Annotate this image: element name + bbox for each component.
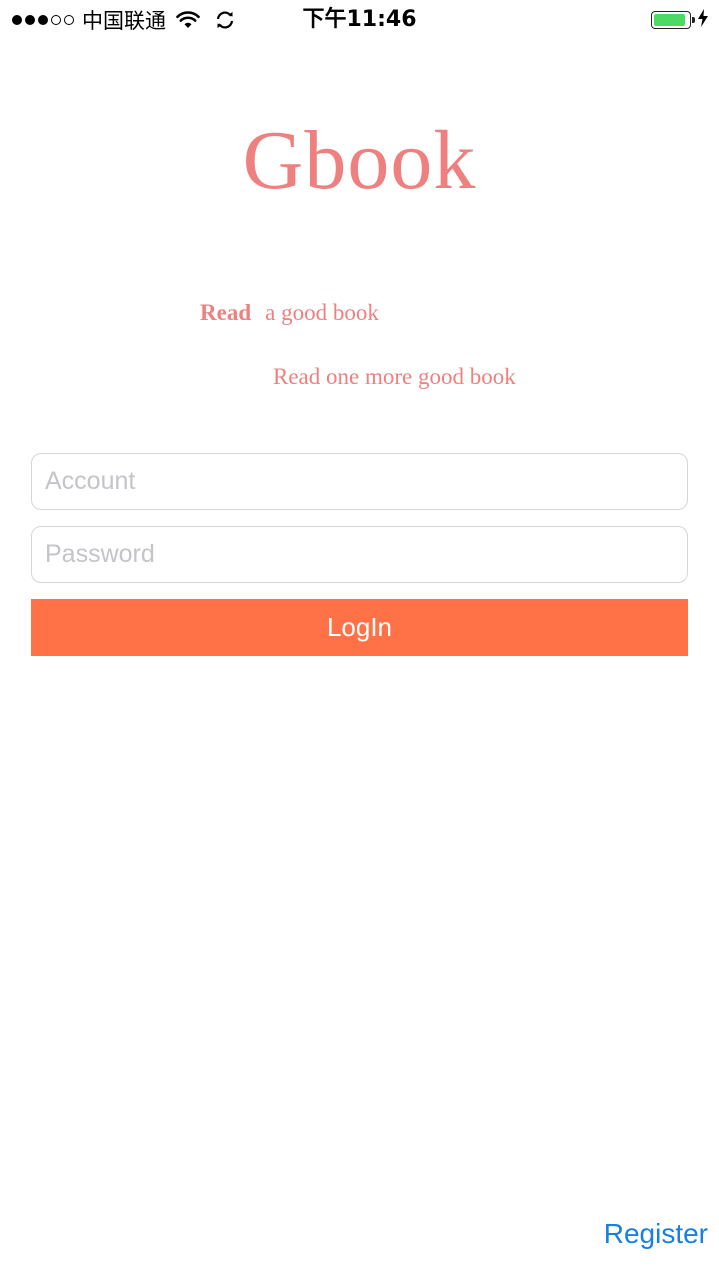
battery-level (654, 14, 685, 26)
tagline-secondary: Read one more good book (273, 364, 516, 389)
register-link[interactable]: Register (604, 1218, 708, 1250)
tagline-emphasis: Read (200, 300, 252, 325)
password-input[interactable] (31, 526, 688, 583)
battery-icon (651, 11, 695, 29)
battery-tip (692, 17, 695, 23)
tagline-primary: Read a good book (200, 300, 379, 326)
status-right (651, 8, 709, 32)
app-logo: Gbook (242, 114, 477, 207)
status-time: 下午11:46 (302, 7, 417, 32)
status-bar: 中国联通 下午11:46 (0, 0, 719, 40)
tagline-rest: a good book (265, 300, 379, 325)
login-button[interactable]: LogIn (31, 599, 688, 656)
bolt-icon (697, 8, 709, 32)
account-input[interactable] (31, 453, 688, 510)
